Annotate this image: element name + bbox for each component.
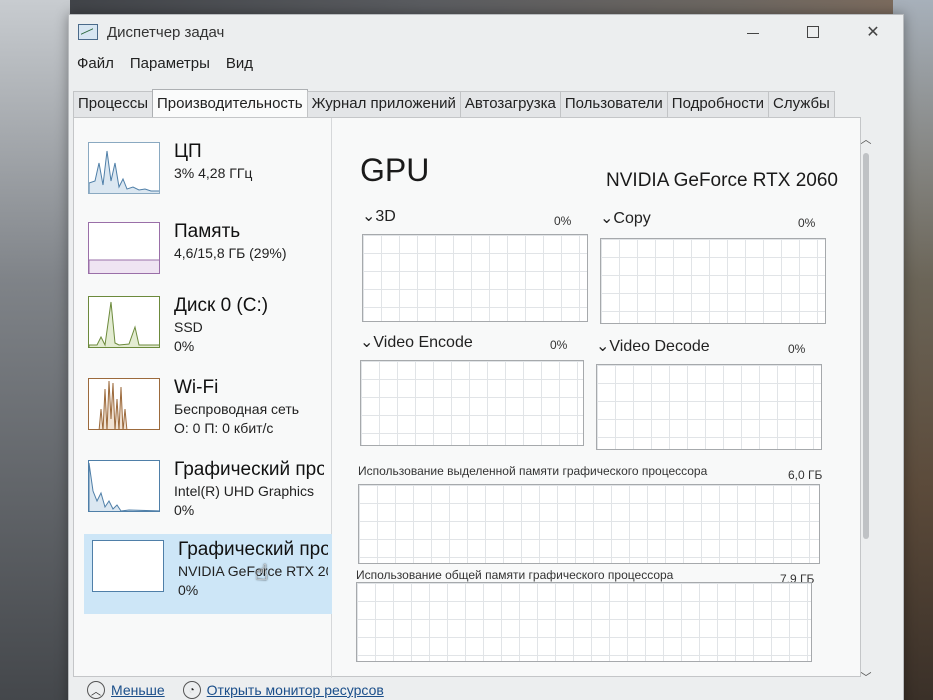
- gpu-heading: GPU: [360, 152, 430, 188]
- graph-encode-label: Video Encode: [373, 334, 473, 351]
- disk-type: SSD: [174, 319, 203, 335]
- scrollbar-thumb[interactable]: [863, 153, 869, 539]
- wifi-title: Wi-Fi: [174, 377, 219, 398]
- vertical-scrollbar[interactable]: ︿ ﹀: [859, 125, 873, 685]
- chevron-up-icon[interactable]: ︿: [87, 681, 105, 699]
- graph-copy: [600, 238, 826, 324]
- tab-app-history[interactable]: Журнал приложений: [306, 91, 461, 118]
- maximize-button[interactable]: [783, 15, 843, 49]
- graph-3d: [362, 234, 588, 322]
- hand-cursor-icon: ☝: [255, 560, 269, 585]
- graph-dedicated-memory: [358, 484, 820, 564]
- memory-info: Память 4,6/15,8 ГБ (29%): [174, 220, 324, 296]
- desktop-background-left: [0, 0, 70, 700]
- tab-startup[interactable]: Автозагрузка: [459, 91, 561, 118]
- gpu0-model: Intel(R) UHD Graphics: [174, 483, 315, 499]
- graph-decode-label: Video Decode: [609, 338, 710, 355]
- cpu-thumbnail-graph: [88, 142, 160, 194]
- minimize-button[interactable]: [723, 15, 783, 49]
- fewer-details-link[interactable]: Меньше: [111, 682, 165, 698]
- memory-thumbnail-graph: [88, 222, 160, 274]
- gpu1-info: Графический про NVIDIA GeForce RTX 20 0%: [178, 538, 328, 614]
- menu-bar: Файл Параметры Вид: [75, 53, 267, 77]
- close-icon: ✕: [866, 24, 880, 41]
- task-manager-icon: [78, 24, 98, 40]
- scroll-down-arrow-icon[interactable]: ﹀: [859, 671, 873, 685]
- maximize-icon: [807, 26, 819, 38]
- gpu0-info: Графический про Intel(R) UHD Graphics 0%: [174, 458, 324, 534]
- tab-services[interactable]: Службы: [767, 91, 835, 118]
- sidebar-item-memory[interactable]: Память 4,6/15,8 ГБ (29%): [80, 216, 332, 296]
- chevron-down-icon: ⌄: [360, 334, 374, 351]
- tab-details[interactable]: Подробности: [666, 91, 769, 118]
- sidebar-item-gpu1[interactable]: Графический про NVIDIA GeForce RTX 20 0%: [84, 534, 332, 614]
- wifi-throughput: О: 0 П: 0 кбит/с: [174, 420, 274, 436]
- chevron-down-icon: ⌄: [362, 208, 376, 225]
- sidebar-item-cpu[interactable]: ЦП 3% 4,28 ГГц: [80, 136, 332, 216]
- cpu-usage: 3% 4,28 ГГц: [174, 165, 253, 181]
- resource-monitor-icon[interactable]: ◔: [182, 681, 201, 699]
- disk-usage: 0%: [174, 338, 195, 354]
- window-title: Диспетчер задач: [107, 23, 225, 41]
- tab-processes[interactable]: Процессы: [73, 91, 154, 118]
- close-button[interactable]: ✕: [843, 15, 903, 49]
- wifi-thumbnail-graph: [88, 378, 160, 430]
- sidebar-item-wifi[interactable]: Wi-Fi Беспроводная сеть О: 0 П: 0 кбит/с: [80, 372, 332, 452]
- disk-title: Диск 0 (C:): [174, 295, 269, 316]
- disk-info: Диск 0 (C:) SSD 0%: [174, 294, 324, 370]
- footer-bar: ︿ Меньше ◔ Открыть монитор ресурсов: [87, 681, 402, 699]
- scroll-up-arrow-icon[interactable]: ︿: [859, 133, 873, 147]
- graph-3d-percent: 0%: [554, 214, 572, 228]
- disk-thumbnail-graph: [88, 296, 160, 348]
- memory-usage: 4,6/15,8 ГБ (29%): [174, 245, 287, 261]
- gpu1-model: NVIDIA GeForce RTX 20: [178, 563, 328, 579]
- gpu1-usage: 0%: [178, 582, 199, 598]
- wifi-info: Wi-Fi Беспроводная сеть О: 0 П: 0 кбит/с: [174, 376, 324, 452]
- shared-memory-label: Использование общей памяти графического …: [356, 568, 674, 582]
- graph-decode-selector[interactable]: ⌄Video Decode: [596, 336, 710, 356]
- task-manager-window: Диспетчер задач ✕ Файл Параметры Вид Про…: [68, 14, 904, 700]
- window-controls: ✕: [723, 15, 903, 49]
- graph-video-decode: [596, 364, 822, 450]
- minimize-icon: [747, 32, 759, 34]
- menu-view[interactable]: Вид: [224, 53, 255, 77]
- sidebar-item-gpu0[interactable]: Графический про Intel(R) UHD Graphics 0%: [80, 454, 332, 534]
- graph-shared-memory: [356, 582, 812, 662]
- gpu1-title: Графический про: [178, 539, 328, 560]
- chevron-down-icon: ⌄: [596, 338, 610, 355]
- menu-options[interactable]: Параметры: [128, 53, 212, 77]
- graph-encode-selector[interactable]: ⌄Video Encode: [360, 332, 473, 352]
- gpu1-thumbnail-graph: [92, 540, 164, 592]
- cpu-title: ЦП: [174, 141, 202, 162]
- resource-sidebar: ЦП 3% 4,28 ГГц Память 4,6/15,8 ГБ (29%): [74, 118, 332, 678]
- dedicated-memory-label: Использование выделенной памяти графичес…: [358, 464, 708, 478]
- graph-3d-selector[interactable]: ⌄3D: [362, 206, 396, 226]
- memory-title: Память: [174, 221, 241, 242]
- sidebar-item-disk[interactable]: Диск 0 (C:) SSD 0%: [80, 290, 332, 370]
- tab-bar: Процессы Производительность Журнал прило…: [73, 89, 835, 118]
- gpu0-thumbnail-graph: [88, 460, 160, 512]
- wifi-type: Беспроводная сеть: [174, 401, 300, 417]
- graph-copy-selector[interactable]: ⌄Copy: [600, 208, 651, 228]
- tab-performance[interactable]: Производительность: [152, 89, 308, 118]
- tab-users[interactable]: Пользователи: [559, 91, 668, 118]
- gpu-detail-pane: GPU NVIDIA GeForce RTX 2060 ⌄3D 0% ⌄Copy…: [344, 118, 856, 678]
- graph-encode-percent: 0%: [550, 338, 568, 352]
- performance-panel: ЦП 3% 4,28 ГГц Память 4,6/15,8 ГБ (29%): [73, 117, 861, 678]
- graph-copy-percent: 0%: [798, 216, 816, 230]
- gpu-model-name: NVIDIA GeForce RTX 2060: [606, 170, 838, 191]
- gpu0-title: Графический про: [174, 459, 324, 480]
- dedicated-memory-value: 6,0 ГБ: [788, 468, 823, 482]
- cpu-info: ЦП 3% 4,28 ГГц: [174, 140, 324, 216]
- graph-decode-percent: 0%: [788, 342, 806, 356]
- chevron-down-icon: ⌄: [600, 210, 614, 227]
- graph-video-encode: [360, 360, 584, 446]
- graph-3d-label: 3D: [375, 208, 396, 225]
- gpu0-usage: 0%: [174, 502, 195, 518]
- menu-file[interactable]: Файл: [75, 53, 116, 77]
- graph-copy-label: Copy: [613, 210, 651, 227]
- open-resource-monitor-link[interactable]: Открыть монитор ресурсов: [207, 682, 384, 698]
- title-bar[interactable]: Диспетчер задач ✕: [69, 15, 903, 49]
